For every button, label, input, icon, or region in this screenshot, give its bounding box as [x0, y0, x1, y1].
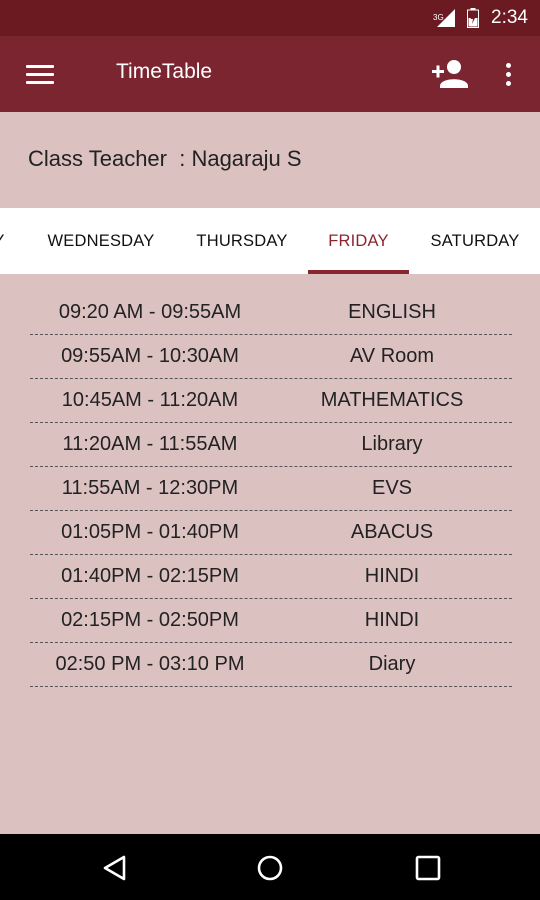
system-nav-bar [0, 834, 540, 900]
period-time: 11:20AM - 11:55AM [62, 432, 238, 455]
tab-saturday[interactable]: SATURDAY [414, 208, 536, 274]
period-time: 02:50 PM - 03:10 PM [55, 652, 245, 675]
period-time: 09:55AM - 10:30AM [61, 344, 239, 367]
status-icons: 3G 2:34 [433, 0, 528, 36]
network-type-label: 3G [433, 13, 444, 22]
period-subject: EVS [371, 476, 413, 499]
home-circle-icon[interactable] [250, 852, 290, 884]
period-subject: ENGLISH [348, 300, 436, 323]
app-title: TimeTable [116, 60, 213, 83]
period-time: 01:40PM - 02:15PM [61, 564, 239, 587]
period-time: 09:20 AM - 09:55AM [58, 300, 242, 323]
more-vert-icon[interactable] [496, 56, 520, 92]
signal-icon: 3G [433, 7, 457, 29]
hamburger-menu-icon[interactable] [22, 58, 58, 90]
period-time: 10:45AM - 11:20AM [61, 388, 239, 411]
timetable-row: 02:15PM - 02:50PM HINDI [30, 599, 512, 643]
timetable-row: 02:50 PM - 03:10 PM Diary [30, 643, 512, 687]
period-time: 02:15PM - 02:50PM [61, 608, 239, 631]
period-time: 01:05PM - 01:40PM [61, 520, 239, 543]
recents-square-icon[interactable] [408, 852, 448, 884]
timetable-row: 09:20 AM - 09:55AM ENGLISH [30, 291, 512, 335]
period-time: 11:55AM - 12:30PM [61, 476, 239, 499]
period-subject: HINDI [364, 608, 420, 631]
tab-thursday[interactable]: THURSDAY [178, 208, 306, 274]
timetable-row: 01:40PM - 02:15PM HINDI [30, 555, 512, 599]
timetable-row: 09:55AM - 10:30AM AV Room [30, 335, 512, 379]
app-bar: TimeTable [0, 36, 540, 112]
person-add-icon[interactable] [430, 56, 470, 92]
tab-friday[interactable]: FRIDAY [308, 208, 409, 274]
timetable-row: 11:20AM - 11:55AM Library [30, 423, 512, 467]
timetable-row: 01:05PM - 01:40PM ABACUS [30, 511, 512, 555]
tab-wednesday[interactable]: WEDNESDAY [30, 208, 172, 274]
timetable-row: 10:45AM - 11:20AM MATHEMATICS [30, 379, 512, 423]
back-triangle-icon[interactable] [96, 852, 136, 884]
period-subject: MATHEMATICS [320, 388, 464, 411]
status-clock: 2:34 [491, 7, 528, 28]
class-teacher-label: Class Teacher : Nagaraju S [28, 146, 302, 171]
period-subject: ABACUS [350, 520, 434, 543]
period-subject: HINDI [364, 564, 420, 587]
battery-icon [467, 8, 480, 28]
period-subject: AV Room [349, 344, 435, 367]
period-subject: Diary [368, 652, 416, 675]
timetable-row: 11:55AM - 12:30PM EVS [30, 467, 512, 511]
status-bar: 3G 2:34 [0, 0, 540, 36]
timetable-list: 09:20 AM - 09:55AM ENGLISH 09:55AM - 10:… [0, 274, 540, 834]
period-subject: Library [361, 432, 423, 455]
teacher-info: Class Teacher : Nagaraju S [0, 112, 540, 208]
day-tabs: Y WEDNESDAY THURSDAY FRIDAY SATURDAY [0, 208, 540, 274]
tab-tuesday[interactable]: Y [0, 208, 16, 274]
